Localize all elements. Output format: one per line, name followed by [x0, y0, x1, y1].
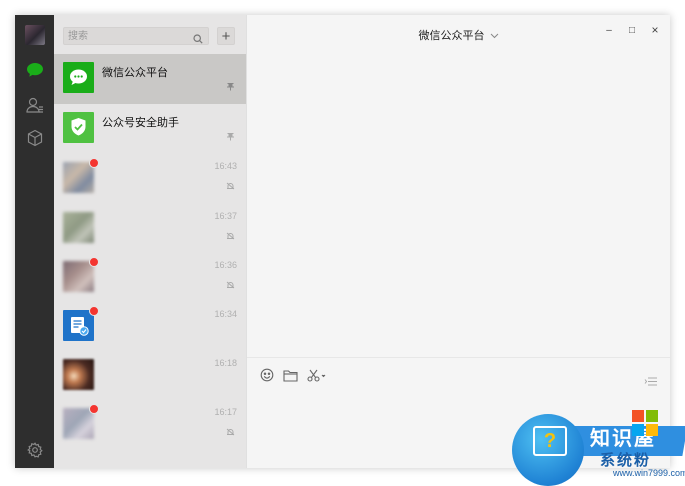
- chat-item[interactable]: 16:17: [54, 400, 246, 450]
- message-composer[interactable]: [247, 357, 670, 468]
- watermark-url: www.win7999.com: [613, 468, 685, 478]
- search-icon[interactable]: [193, 31, 203, 49]
- close-button[interactable]: ×: [648, 23, 662, 37]
- chat-list-panel: + 微信公众平台 公众号安全助手 16:43: [54, 15, 246, 468]
- mute-icon: [226, 423, 235, 441]
- unread-badge: [89, 257, 99, 267]
- chat-time: 16:37: [214, 211, 237, 221]
- chat-avatar: [63, 310, 94, 341]
- search-input[interactable]: [68, 28, 186, 44]
- chat-time: 16:18: [214, 358, 237, 368]
- chat-item[interactable]: 16:37: [54, 204, 246, 254]
- pin-icon: [226, 78, 235, 96]
- pin-icon: [226, 128, 235, 146]
- chat-name: 微信公众平台: [102, 67, 168, 79]
- search-box[interactable]: [63, 27, 209, 45]
- chat-time: 16:43: [214, 161, 237, 171]
- chat-icon[interactable]: [24, 59, 46, 81]
- mute-icon: [226, 177, 235, 195]
- unread-badge: [89, 158, 99, 168]
- chat-avatar: [63, 62, 94, 93]
- chat-avatar: [63, 359, 94, 390]
- chat-item-weixin-platform[interactable]: 微信公众平台: [54, 54, 246, 104]
- history-icon[interactable]: [644, 373, 658, 391]
- chat-time: 16:36: [214, 260, 237, 270]
- chat-avatar: [63, 112, 94, 143]
- contacts-icon[interactable]: [24, 94, 46, 116]
- composer-toolbar: [260, 368, 327, 382]
- mute-icon: [226, 276, 235, 294]
- chat-item[interactable]: 16:36: [54, 253, 246, 303]
- chat-avatar: [63, 212, 94, 243]
- cube-icon[interactable]: [24, 127, 46, 149]
- scissors-icon[interactable]: [307, 369, 327, 382]
- unread-badge: [89, 404, 99, 414]
- unread-badge: [89, 306, 99, 316]
- wechat-window: + 微信公众平台 公众号安全助手 16:43: [15, 15, 670, 468]
- folder-icon[interactable]: [283, 369, 298, 382]
- add-button[interactable]: +: [217, 27, 235, 45]
- settings-icon[interactable]: [24, 439, 46, 461]
- chevron-down-icon: [490, 30, 499, 42]
- chat-time: 16:34: [214, 309, 237, 319]
- chat-header: 微信公众平台 – □ ×: [247, 15, 670, 53]
- chat-item-security-assistant[interactable]: 公众号安全助手: [54, 104, 246, 154]
- left-nav: [15, 15, 54, 468]
- chat-item[interactable]: 16:43: [54, 154, 246, 204]
- chat-avatar: [63, 408, 94, 439]
- chat-avatar: [63, 261, 94, 292]
- chat-name: 公众号安全助手: [102, 117, 179, 129]
- chat-item[interactable]: 16:18: [54, 351, 246, 401]
- maximize-button[interactable]: □: [625, 25, 639, 36]
- chat-title: 微信公众平台: [418, 30, 485, 42]
- chat-pane: 微信公众平台 – □ ×: [246, 15, 670, 468]
- search-row: +: [54, 15, 246, 57]
- mute-icon: [226, 227, 235, 245]
- user-avatar[interactable]: [25, 25, 45, 45]
- chat-time: 16:17: [214, 407, 237, 417]
- chat-item[interactable]: 16:34: [54, 302, 246, 352]
- chat-avatar: [63, 162, 94, 193]
- minimize-button[interactable]: –: [602, 25, 616, 36]
- emoji-icon[interactable]: [260, 368, 274, 382]
